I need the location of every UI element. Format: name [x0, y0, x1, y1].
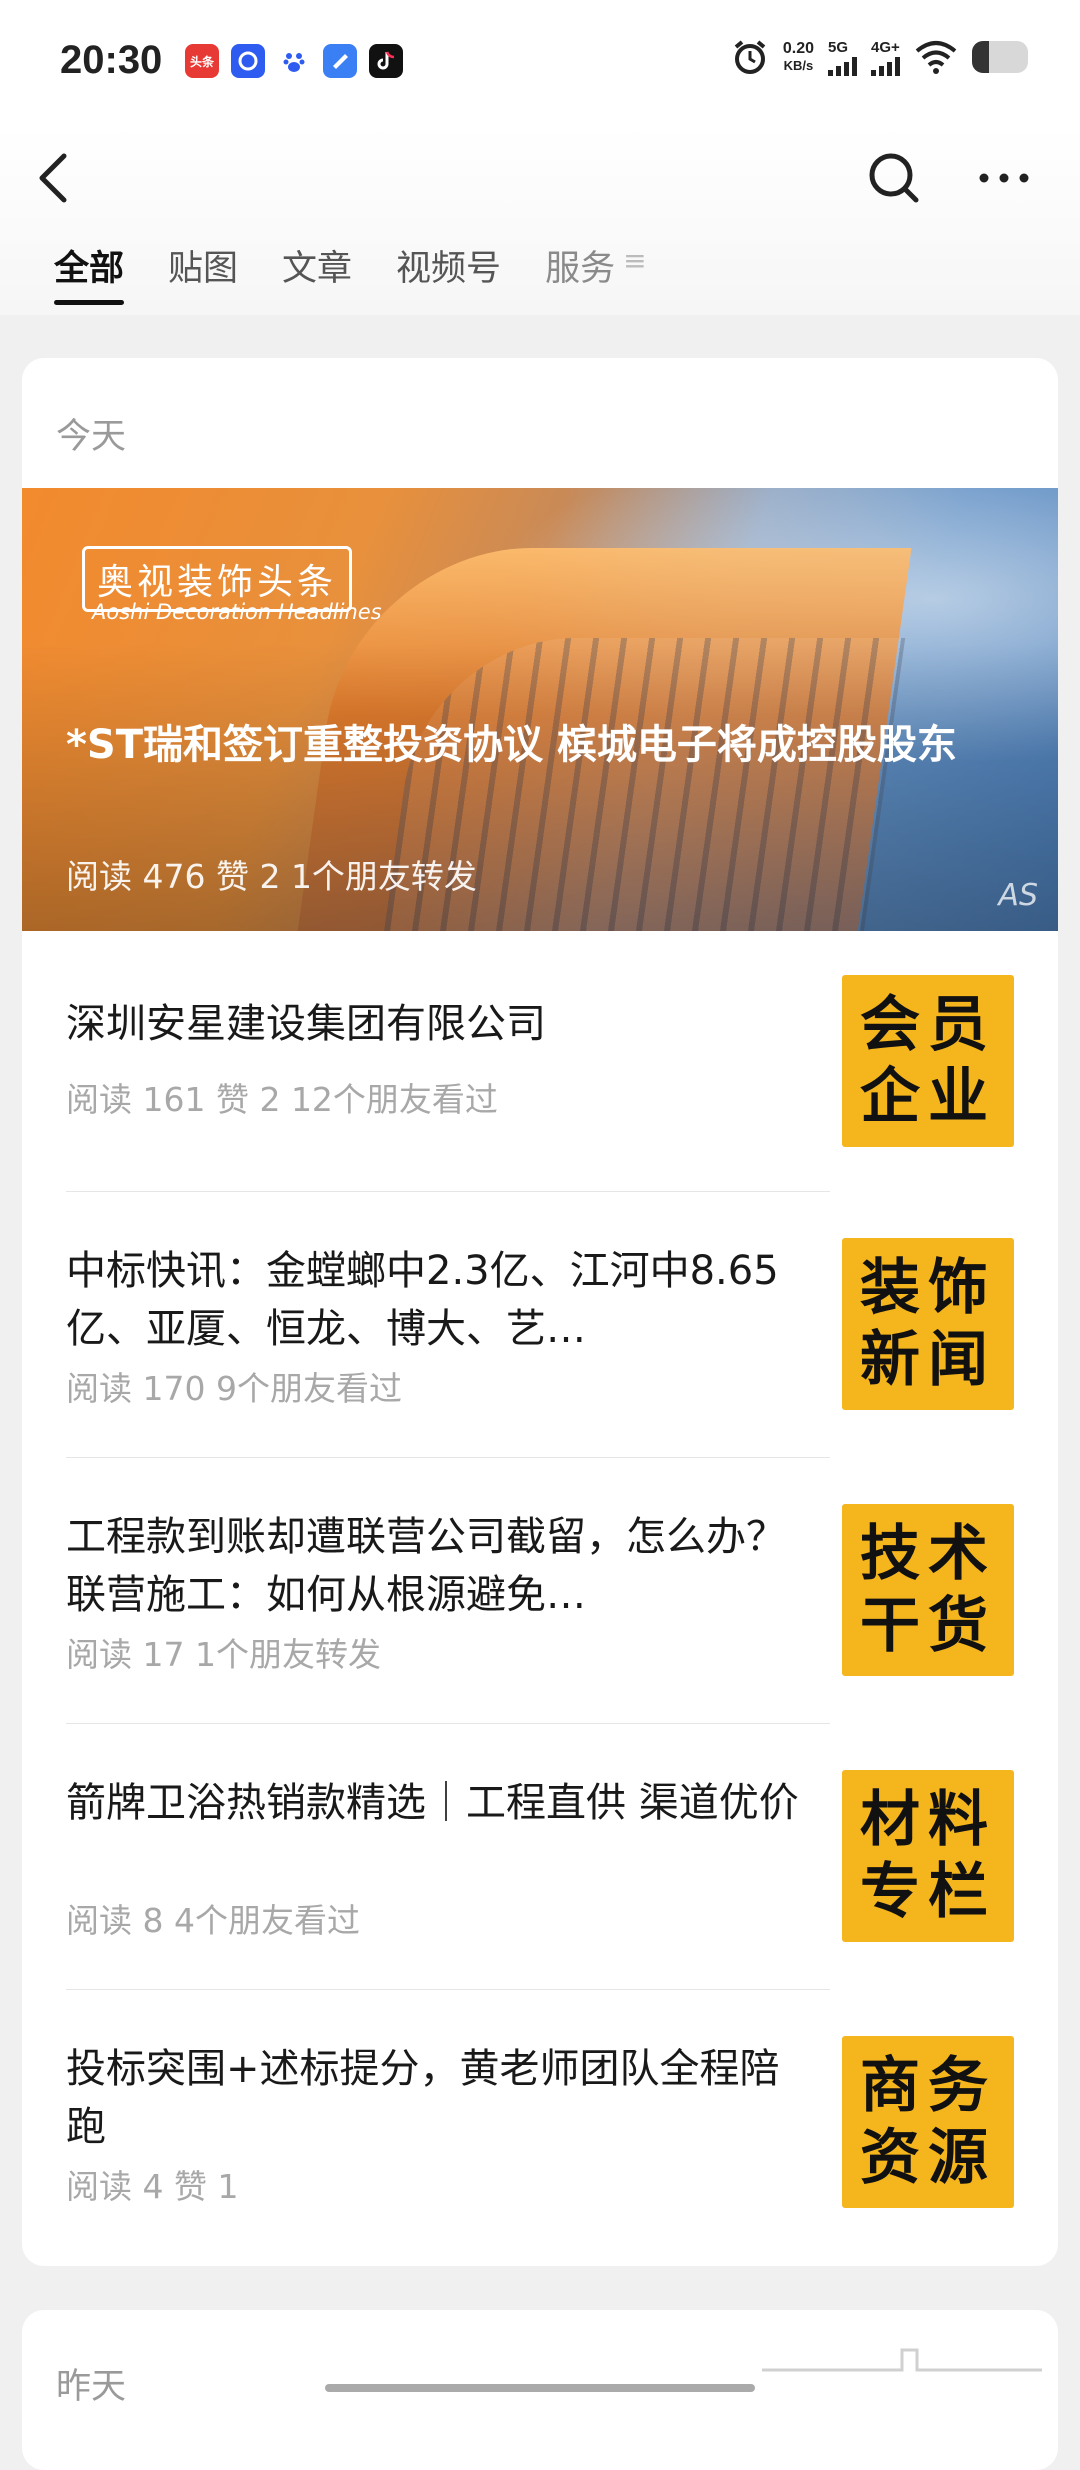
net-speed: 0.20 KB/s — [783, 40, 814, 74]
battery-level — [972, 41, 989, 73]
brand-name-cn: 奥视装饰头条 — [97, 562, 338, 603]
signal-4g-label: 4G+ — [871, 38, 900, 56]
signal-5g-label: 5G — [828, 38, 849, 56]
today-card: 今天 奥视装饰头条 Aoshi Decoration Headlines *ST… — [22, 358, 1058, 2266]
signal-4g-bars-icon — [871, 56, 900, 76]
tab-services[interactable]: 服务 — [545, 240, 615, 305]
article-thumbnail: 材料 专栏 — [842, 1770, 1014, 1942]
article-title: 工程款到账却遭联营公司截留，怎么办？联营施工：如何从根源避免… — [66, 1514, 786, 1618]
tab-all[interactable]: 全部 — [54, 240, 125, 305]
back-button[interactable] — [28, 148, 80, 208]
notification-icons: 头条 — [185, 44, 403, 78]
thumbnail-text-line2: 专栏 — [860, 1857, 996, 1927]
search-icon — [869, 153, 919, 203]
signal-5g: 5G — [828, 39, 857, 76]
article-title: 中标快讯：金螳螂中2.3亿、江河中8.65亿、亚厦、恒龙、博大、艺… — [66, 1248, 779, 1352]
more-dots-icon — [979, 173, 1029, 183]
tab-channels[interactable]: 视频号 — [396, 240, 501, 305]
tab-bar: 全部 贴图 文章 视频号 服务 ≡ — [54, 240, 647, 305]
status-bar: 20:30 头条 0.20 KB/s 5G 4G+ — [0, 0, 1080, 125]
thumbnail-text-line1: 材料 — [860, 1785, 996, 1855]
wifi-icon — [915, 41, 957, 74]
thumbnail-text-line1: 商务 — [860, 2051, 996, 2121]
thumbnail-text-line2: 企业 — [860, 1062, 996, 1132]
article-title: 箭牌卫浴热销款精选｜工程直供 渠道优价 — [66, 1780, 799, 1826]
article-item[interactable]: 工程款到账却遭联营公司截留，怎么办？联营施工：如何从根源避免… 阅读 17 1个… — [22, 1458, 1058, 1723]
article-thumbnail: 会员 企业 — [842, 975, 1014, 1147]
baidu-app-icon — [277, 44, 311, 78]
floating-window-handle[interactable] — [752, 2340, 1052, 2386]
brand-name-en: Aoshi Decoration Headlines — [92, 600, 382, 624]
more-button[interactable] — [974, 158, 1034, 198]
tab-menu-icon[interactable]: ≡ — [623, 240, 646, 305]
thumbnail-text-line1: 会员 — [860, 990, 996, 1060]
chevron-left-icon — [39, 153, 67, 203]
banner-watermark: AS — [998, 878, 1038, 913]
article-title: 投标突围+述标提分，黄老师团队全程陪跑 — [66, 2046, 780, 2150]
date-label-yesterday: 昨天 — [56, 2367, 127, 2407]
article-item[interactable]: 深圳安星建设集团有限公司 阅读 161 赞 2 12个朋友看过 会员 企业 — [22, 931, 1058, 1196]
featured-article-meta: 阅读 476 赞 2 1个朋友转发 — [66, 857, 477, 896]
thumbnail-text-line2: 新闻 — [860, 1325, 996, 1395]
battery-icon — [972, 41, 1028, 73]
signal-4g: 4G+ — [871, 39, 900, 76]
article-thumbnail: 装饰 新闻 — [842, 1238, 1014, 1410]
home-indicator[interactable] — [325, 2384, 755, 2392]
article-thumbnail: 技术 干货 — [842, 1504, 1014, 1676]
article-meta: 阅读 8 4个朋友看过 — [66, 1901, 360, 1940]
alarm-icon — [734, 40, 766, 74]
status-right: 0.20 KB/s 5G 4G+ — [731, 38, 1028, 76]
article-thumbnail: 商务 资源 — [842, 2036, 1014, 2208]
date-label-today: 今天 — [56, 417, 127, 457]
notes-app-icon — [323, 44, 357, 78]
article-meta: 阅读 4 赞 1 — [66, 2167, 239, 2206]
article-item[interactable]: 投标突围+述标提分，黄老师团队全程陪跑 阅读 4 赞 1 商务 资源 — [22, 1990, 1058, 2255]
status-time: 20:30 — [60, 38, 163, 82]
toutiao-app-icon: 头条 — [185, 44, 219, 78]
article-title: 深圳安星建设集团有限公司 — [66, 1001, 546, 1047]
net-speed-value: 0.20 — [782, 40, 814, 57]
tiktok-app-icon — [369, 44, 403, 78]
thumbnail-text-line2: 干货 — [860, 1591, 996, 1661]
tab-articles[interactable]: 文章 — [282, 240, 352, 305]
article-meta: 阅读 170 9个朋友看过 — [66, 1369, 402, 1408]
tab-posts[interactable]: 贴图 — [168, 240, 238, 305]
article-item[interactable]: 中标快讯：金螳螂中2.3亿、江河中8.65亿、亚厦、恒龙、博大、艺… 阅读 17… — [22, 1192, 1058, 1457]
search-button[interactable] — [866, 148, 922, 208]
article-item[interactable]: 箭牌卫浴热销款精选｜工程直供 渠道优价 阅读 8 4个朋友看过 材料 专栏 — [22, 1724, 1058, 1989]
thumbnail-text-line1: 技术 — [860, 1519, 996, 1589]
featured-article-title: *ST瑞和签订重整投资协议 槟城电子将成控股股东 — [66, 722, 957, 768]
thumbnail-text-line1: 装饰 — [860, 1253, 996, 1323]
article-meta: 阅读 161 赞 2 12个朋友看过 — [66, 1080, 498, 1119]
featured-article-banner[interactable]: 奥视装饰头条 Aoshi Decoration Headlines *ST瑞和签… — [22, 488, 1058, 931]
net-speed-unit: KB/s — [783, 58, 814, 73]
baidu-paw-app-icon — [231, 44, 265, 78]
signal-5g-bars-icon — [828, 56, 857, 76]
article-meta: 阅读 17 1个朋友转发 — [66, 1635, 381, 1674]
float-window-icon — [762, 2348, 1042, 2372]
thumbnail-text-line2: 资源 — [860, 2123, 996, 2193]
